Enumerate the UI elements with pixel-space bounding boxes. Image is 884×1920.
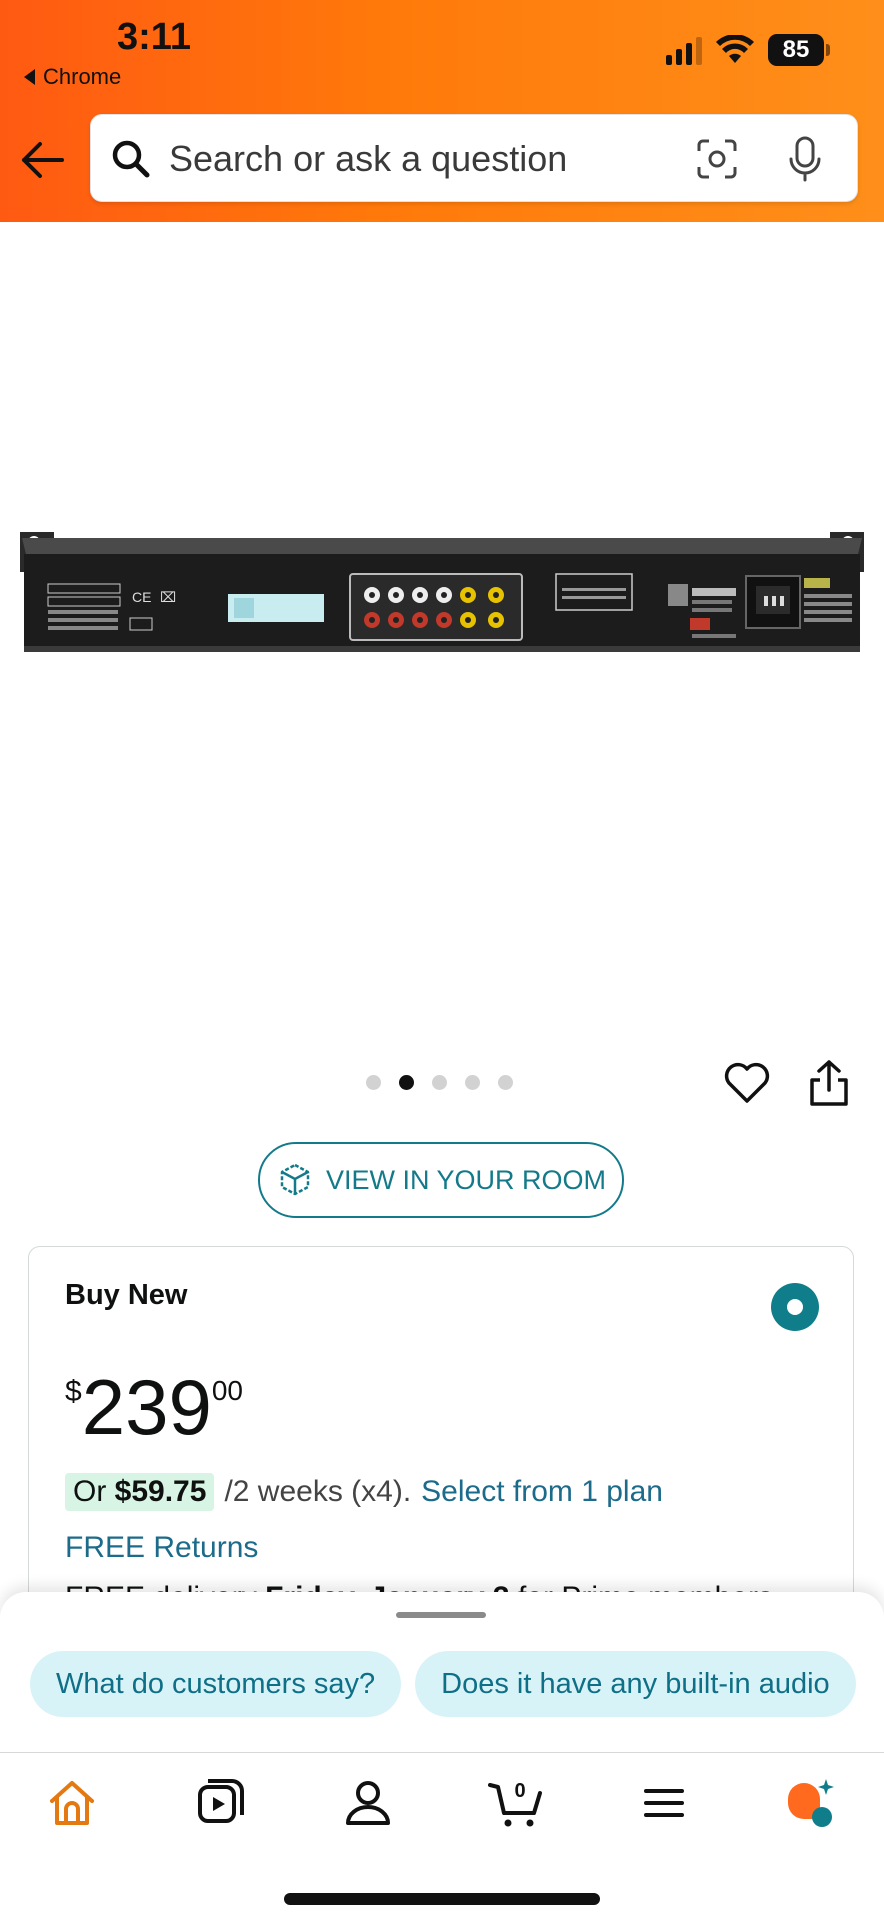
- pagination-dot[interactable]: [465, 1075, 480, 1090]
- search-input[interactable]: [169, 133, 689, 185]
- buy-new-radio[interactable]: [771, 1283, 819, 1331]
- account-icon[interactable]: [340, 1775, 396, 1831]
- installment-prefix: Or: [73, 1475, 107, 1508]
- pagination-dot-active[interactable]: [399, 1075, 414, 1090]
- suggestion-sheet: What do customers say? Does it have any …: [0, 1592, 884, 1752]
- cellular-signal-icon: [666, 35, 702, 65]
- suggestion-chips: What do customers say? Does it have any …: [30, 1651, 856, 1717]
- buy-new-title: Buy New: [65, 1279, 188, 1311]
- pagination-dot[interactable]: [498, 1075, 513, 1090]
- installment-period: /2 weeks (x4).: [224, 1475, 412, 1508]
- installment-pill: Or $59.75: [65, 1473, 215, 1511]
- cart-count: 0: [514, 1780, 525, 1802]
- heart-icon[interactable]: [722, 1058, 772, 1108]
- battery-indicator: 85: [768, 34, 830, 66]
- share-icon[interactable]: [806, 1058, 852, 1110]
- ar-cube-icon: [280, 1163, 310, 1196]
- camera-lens-icon[interactable]: [695, 137, 739, 181]
- installment-plan: Or $59.75 /2 weeks (x4). Select from 1 p…: [65, 1473, 663, 1511]
- home-indicator: [284, 1893, 600, 1905]
- price-whole: 239: [81, 1363, 212, 1451]
- price: $ 239 00: [65, 1365, 243, 1449]
- rufus-icon[interactable]: [782, 1775, 838, 1831]
- status-time: 3:11: [117, 16, 191, 58]
- price-symbol: $: [65, 1375, 82, 1408]
- suggestion-chip[interactable]: What do customers say?: [30, 1651, 402, 1717]
- search-icon: [112, 140, 150, 178]
- back-to-app[interactable]: Chrome: [24, 64, 121, 90]
- microphone-icon[interactable]: [783, 135, 827, 183]
- view-in-your-room-label: VIEW IN YOUR ROOM: [325, 1164, 607, 1195]
- view-in-your-room-button[interactable]: VIEW IN YOUR ROOM: [258, 1142, 624, 1218]
- price-fraction: 00: [211, 1375, 243, 1406]
- suggestion-chip[interactable]: Does it have any built-in audio: [415, 1651, 856, 1717]
- back-app-label: Chrome: [43, 64, 122, 89]
- pagination-dot[interactable]: [366, 1075, 381, 1090]
- video-icon[interactable]: [192, 1775, 248, 1831]
- menu-icon[interactable]: [636, 1775, 692, 1831]
- product-image[interactable]: CE ⌧: [0, 222, 884, 1052]
- free-returns-link[interactable]: FREE Returns: [65, 1531, 258, 1565]
- header: 3:11 Chrome 85: [0, 0, 884, 222]
- svg-text:CE: CE: [132, 589, 151, 605]
- home-icon[interactable]: [44, 1775, 100, 1831]
- installment-amount: $59.75: [114, 1475, 207, 1508]
- back-triangle-icon: [24, 69, 35, 85]
- status-icons: 85: [666, 34, 830, 66]
- search-bar[interactable]: [90, 114, 858, 202]
- image-pagination[interactable]: [366, 1075, 513, 1090]
- pagination-dot[interactable]: [432, 1075, 447, 1090]
- svg-text:⌧: ⌧: [160, 589, 176, 605]
- back-arrow-icon[interactable]: [18, 138, 66, 182]
- wifi-icon: [716, 35, 754, 63]
- cart-icon[interactable]: 0: [488, 1775, 544, 1831]
- select-plan-link[interactable]: Select from 1 plan: [421, 1475, 663, 1509]
- sheet-grabber[interactable]: [396, 1612, 486, 1618]
